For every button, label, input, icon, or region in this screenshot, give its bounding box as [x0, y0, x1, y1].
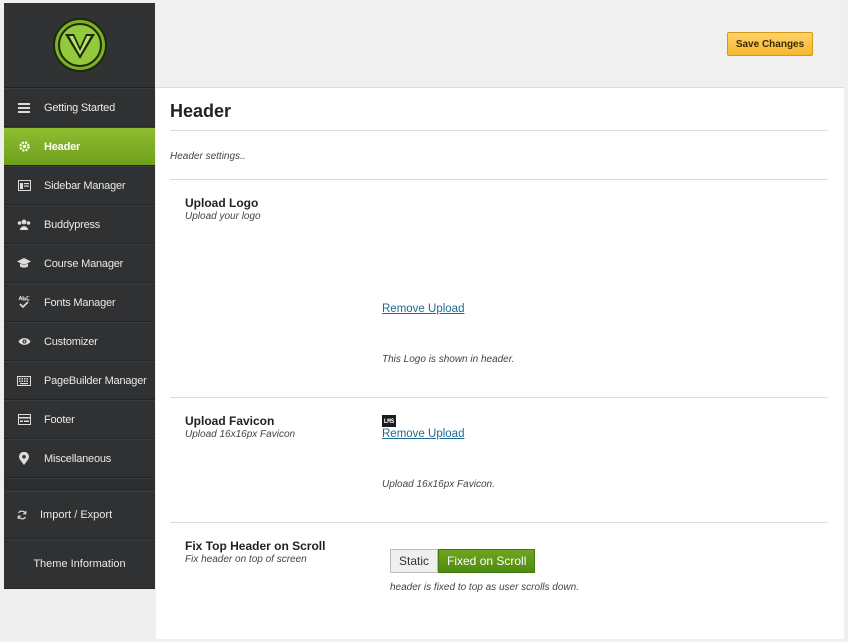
sidebar-item-import-export[interactable]: Import / Export [4, 491, 155, 539]
users-icon [4, 219, 44, 230]
keyboard-icon [4, 375, 44, 386]
graduation-cap-icon [4, 258, 44, 269]
divider [170, 130, 828, 131]
sidebar-item-miscellaneous[interactable]: Miscellaneous [4, 439, 155, 478]
header-scroll-toggle: Static Fixed on Scroll [390, 549, 536, 573]
upload-logo-title: Upload Logo [185, 196, 259, 210]
sidebar-spacer [4, 478, 155, 491]
divider [170, 179, 828, 180]
sidebar-item-footer[interactable]: Footer [4, 400, 155, 439]
sidebar-item-customizer[interactable]: Customizer [4, 322, 155, 361]
upload-logo-subtitle: Upload your logo [185, 211, 261, 222]
upload-favicon-subtitle: Upload 16x16px Favicon [185, 429, 296, 440]
sidebar-item-label: Import / Export [40, 509, 113, 521]
sidebar-item-label: Getting Started [44, 101, 115, 114]
sidebar-item-label: Header [44, 140, 81, 153]
sidebar-item-label: Theme Information [33, 558, 126, 570]
main-panel: Save Changes Header Header settings.. Up… [156, 3, 844, 639]
fix-top-header-title: Fix Top Header on Scroll [185, 539, 326, 553]
sidebar-item-label: Customizer [44, 335, 98, 348]
footer-icon [4, 414, 44, 425]
menu-icon [4, 102, 44, 113]
upload-logo-help: This Logo is shown in header. [382, 354, 515, 365]
sidebar-item-label: Sidebar Manager [44, 179, 126, 192]
top-toolbar: Save Changes [156, 3, 844, 88]
fix-top-header-subtitle: Fix header on top of screen [185, 554, 307, 565]
divider [170, 522, 828, 523]
sidebar-item-label: Course Manager [44, 257, 124, 270]
divider [170, 397, 828, 398]
refresh-icon [4, 510, 40, 520]
sidebar-item-buddypress[interactable]: Buddypress [4, 205, 155, 244]
upload-favicon-title: Upload Favicon [185, 414, 275, 428]
page-title: Header [170, 101, 232, 121]
gear-icon [4, 140, 44, 153]
option-static[interactable]: Static [390, 549, 439, 573]
logo-icon [52, 18, 107, 72]
sidebar-item-course-manager[interactable]: Course Manager [4, 244, 155, 283]
sidebar-item-theme-information[interactable]: Theme Information [4, 539, 155, 589]
sidebar-item-sidebar-manager[interactable]: Sidebar Manager [4, 166, 155, 205]
sidebar-item-label: Footer [44, 413, 75, 426]
fix-top-header-help: header is fixed to top as user scrolls d… [390, 582, 579, 593]
logo [4, 3, 155, 88]
option-fixed-on-scroll[interactable]: Fixed on Scroll [438, 549, 536, 573]
sidebar: Getting Started Header Sidebar Manager B… [4, 3, 155, 589]
sidebar-item-label: PageBuilder Manager [44, 374, 147, 387]
sidebar-item-fonts-manager[interactable]: Fonts Manager [4, 283, 155, 322]
favicon-preview: LMS [382, 415, 396, 427]
sidebar-icon [4, 180, 44, 191]
upload-favicon-help: Upload 16x16px Favicon. [382, 479, 495, 490]
remove-logo-link[interactable]: Remove Upload [382, 303, 464, 315]
map-pin-icon [4, 452, 44, 465]
abc-check-icon [4, 296, 44, 309]
app-frame: Getting Started Header Sidebar Manager B… [0, 0, 848, 642]
save-button[interactable]: Save Changes [727, 32, 813, 56]
sidebar-item-header[interactable]: Header [4, 127, 155, 166]
eye-icon [4, 337, 44, 346]
sidebar-item-label: Buddypress [44, 218, 101, 231]
sidebar-item-label: Fonts Manager [44, 296, 116, 309]
page-description: Header settings.. [170, 151, 246, 162]
sidebar-item-getting-started[interactable]: Getting Started [4, 88, 155, 127]
remove-favicon-link[interactable]: Remove Upload [382, 428, 464, 440]
sidebar-item-label: Miscellaneous [44, 452, 112, 465]
sidebar-item-pagebuilder-manager[interactable]: PageBuilder Manager [4, 361, 155, 400]
